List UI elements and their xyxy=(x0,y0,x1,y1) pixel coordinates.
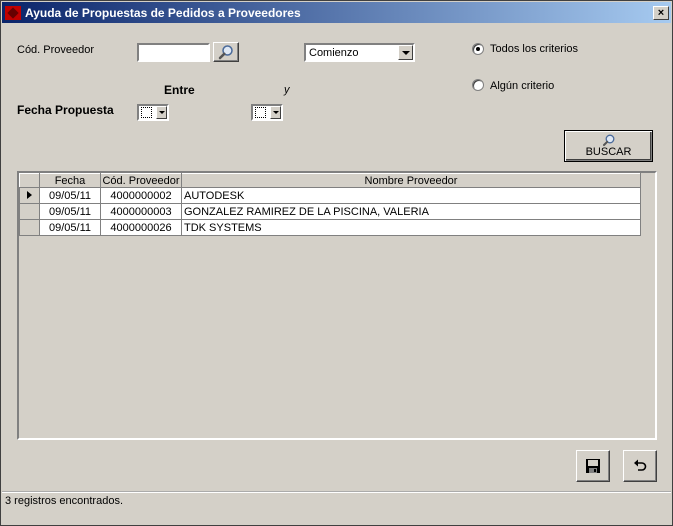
current-row-arrow-icon xyxy=(27,190,32,199)
grid-corner xyxy=(19,173,40,188)
column-header-fecha[interactable]: Fecha xyxy=(39,173,101,188)
date-checkbox[interactable] xyxy=(141,107,152,118)
cod-proveedor-input[interactable] xyxy=(137,43,210,62)
undo-arrow-icon xyxy=(634,459,647,471)
cell-fecha[interactable]: 09/05/11 xyxy=(39,203,101,220)
table-row[interactable]: 09/05/11 4000000002 AUTODESK xyxy=(19,187,641,204)
magnifier-icon xyxy=(218,45,233,60)
status-bar: 3 registros encontrados. xyxy=(2,491,671,521)
radio-todos-criterios[interactable] xyxy=(472,43,484,55)
title-bar: Ayuda de Propuestas de Pedidos a Proveed… xyxy=(2,2,671,23)
undo-button[interactable] xyxy=(623,450,657,482)
dialog-window: Ayuda de Propuestas de Pedidos a Proveed… xyxy=(0,0,673,526)
table-row[interactable]: 09/05/11 4000000026 TDK SYSTEMS xyxy=(19,219,641,236)
row-indicator[interactable] xyxy=(19,187,40,204)
match-mode-value: Comienzo xyxy=(309,46,359,59)
row-indicator[interactable] xyxy=(19,219,40,236)
search-proveedor-button[interactable] xyxy=(213,42,239,62)
radio-algun-criterio[interactable] xyxy=(472,79,484,91)
cod-proveedor-label: Cód. Proveedor xyxy=(17,44,95,56)
fecha-hasta-picker[interactable] xyxy=(251,104,283,121)
match-mode-select[interactable]: Comienzo xyxy=(304,43,415,62)
fecha-propuesta-label: Fecha Propuesta xyxy=(17,103,114,117)
cell-codigo[interactable]: 4000000026 xyxy=(100,219,182,236)
cell-nombre[interactable]: TDK SYSTEMS xyxy=(181,219,641,236)
y-label: y xyxy=(284,84,290,96)
cell-codigo[interactable]: 4000000002 xyxy=(100,187,182,204)
column-header-nombre[interactable]: Nombre Proveedor xyxy=(181,173,641,188)
column-header-codigo[interactable]: Cód. Proveedor xyxy=(100,173,182,188)
cell-codigo[interactable]: 4000000003 xyxy=(100,203,182,220)
close-button[interactable]: × xyxy=(653,5,669,20)
floppy-disk-icon xyxy=(586,459,600,473)
row-indicator[interactable] xyxy=(19,203,40,220)
app-icon xyxy=(5,5,21,20)
save-button[interactable] xyxy=(576,450,610,482)
date-checkbox[interactable] xyxy=(255,107,266,118)
chevron-down-icon[interactable] xyxy=(270,106,281,119)
results-table: Fecha Cód. Proveedor Nombre Proveedor 09… xyxy=(19,173,641,236)
buscar-label: BUSCAR xyxy=(585,146,632,158)
chevron-down-icon[interactable] xyxy=(156,106,167,119)
table-row[interactable]: 09/05/11 4000000003 GONZALEZ RAMIREZ DE … xyxy=(19,203,641,220)
fecha-desde-picker[interactable] xyxy=(137,104,169,121)
chevron-down-icon[interactable] xyxy=(398,45,413,60)
radio-algun-label: Algún criterio xyxy=(490,80,555,92)
cell-nombre[interactable]: GONZALEZ RAMIREZ DE LA PISCINA, VALERIA xyxy=(181,203,641,220)
window-title: Ayuda de Propuestas de Pedidos a Proveed… xyxy=(25,5,301,20)
results-grid[interactable]: Fecha Cód. Proveedor Nombre Proveedor 09… xyxy=(17,171,657,440)
cell-nombre[interactable]: AUTODESK xyxy=(181,187,641,204)
magnifier-icon xyxy=(602,134,614,146)
cell-fecha[interactable]: 09/05/11 xyxy=(39,219,101,236)
buscar-button[interactable]: BUSCAR xyxy=(564,130,653,162)
cell-fecha[interactable]: 09/05/11 xyxy=(39,187,101,204)
status-text: 3 registros encontrados. xyxy=(5,495,124,507)
entre-label: Entre xyxy=(164,83,195,97)
radio-todos-label: Todos los criterios xyxy=(490,43,579,55)
